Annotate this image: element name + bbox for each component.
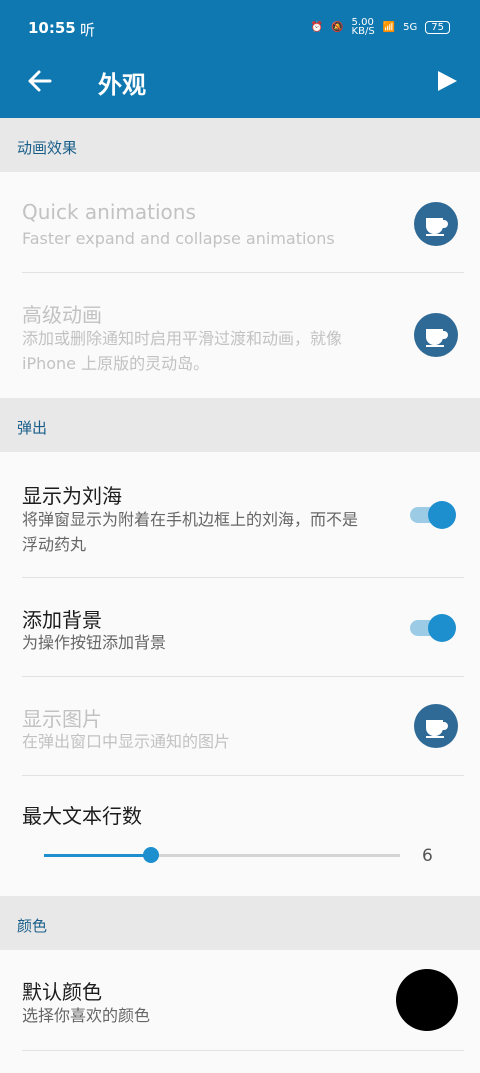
carrier-icon: 听 — [80, 21, 96, 39]
app-bar: 外观 — [0, 44, 480, 118]
setting-max-text-lines: 最大文本行数 6 — [0, 776, 480, 896]
max-lines-slider[interactable] — [44, 846, 400, 866]
setting-label: 最大文本行数 — [22, 804, 142, 828]
net-speed: 5.00 KB/S — [351, 17, 375, 37]
setting-advanced-animations[interactable]: 高级动画 添加或删除通知时启用平滑过渡和动画，就像 iPhone 上原版的灵动岛… — [0, 273, 480, 398]
section-header-color: 颜色 — [0, 896, 480, 950]
coffee-cup-icon[interactable] — [414, 202, 458, 246]
setting-add-background[interactable]: 添加背景 为操作按钮添加背景 — [0, 578, 480, 676]
slider-thumb[interactable] — [142, 847, 159, 863]
section-title: 动画效果 — [17, 139, 78, 157]
setting-label: 显示为刘海 — [22, 484, 122, 508]
alarm-icon: ⏰ — [310, 21, 324, 33]
setting-description: 在弹出窗口中显示通知的图片 — [22, 732, 231, 751]
section-header-popup: 弹出 — [0, 398, 480, 452]
back-arrow-icon[interactable] — [26, 68, 52, 94]
setting-show-as-notch[interactable]: 显示为刘海 将弹窗显示为附着在手机边框上的刘海，而不是浮动药丸 — [0, 452, 480, 577]
setting-description: 将弹窗显示为附着在手机边框上的刘海，而不是浮动药丸 — [22, 510, 359, 554]
setting-label: 显示图片 — [22, 707, 102, 731]
setting-description: Faster expand and collapse animations — [22, 229, 335, 248]
setting-show-image[interactable]: 显示图片 在弹出窗口中显示通知的图片 — [0, 677, 480, 775]
coffee-cup-icon[interactable] — [414, 704, 458, 748]
setting-label: 默认颜色 — [22, 980, 102, 1004]
signal-icon: 5G — [403, 21, 418, 33]
battery-icon: 75 — [425, 20, 450, 34]
mute-icon: 🔕 — [331, 21, 344, 33]
section-header-animation: 动画效果 — [0, 118, 480, 172]
section-title: 颜色 — [17, 917, 48, 935]
status-time: 10:55 — [28, 19, 76, 37]
slider-value: 6 — [422, 846, 433, 866]
wifi-icon: 📶 — [382, 21, 396, 33]
setting-default-color[interactable]: 默认颜色 选择你喜欢的颜色 — [0, 950, 480, 1050]
coffee-cup-icon[interactable] — [414, 313, 458, 357]
setting-label: 添加背景 — [22, 608, 102, 632]
notch-toggle-switch[interactable] — [410, 501, 456, 529]
divider — [22, 1050, 464, 1051]
section-title: 弹出 — [17, 419, 48, 437]
play-icon[interactable] — [436, 70, 458, 92]
status-icons: ⏰ 🔕 5.00 KB/S 📶 5G 75 — [310, 17, 450, 37]
setting-label: 高级动画 — [22, 303, 102, 327]
setting-description: 为操作按钮添加背景 — [22, 633, 167, 652]
setting-quick-animations[interactable]: Quick animations Faster expand and colla… — [0, 172, 480, 272]
setting-label: Quick animations — [22, 200, 196, 224]
setting-description: 选择你喜欢的颜色 — [22, 1006, 151, 1025]
color-swatch[interactable] — [396, 969, 458, 1031]
background-toggle-switch[interactable] — [410, 614, 456, 642]
page-title: 外观 — [98, 71, 146, 99]
status-bar: 10:55 听 ⏰ 🔕 5.00 KB/S 📶 5G 75 — [0, 0, 480, 44]
setting-description: 添加或删除通知时启用平滑过渡和动画，就像 iPhone 上原版的灵动岛。 — [22, 329, 343, 373]
